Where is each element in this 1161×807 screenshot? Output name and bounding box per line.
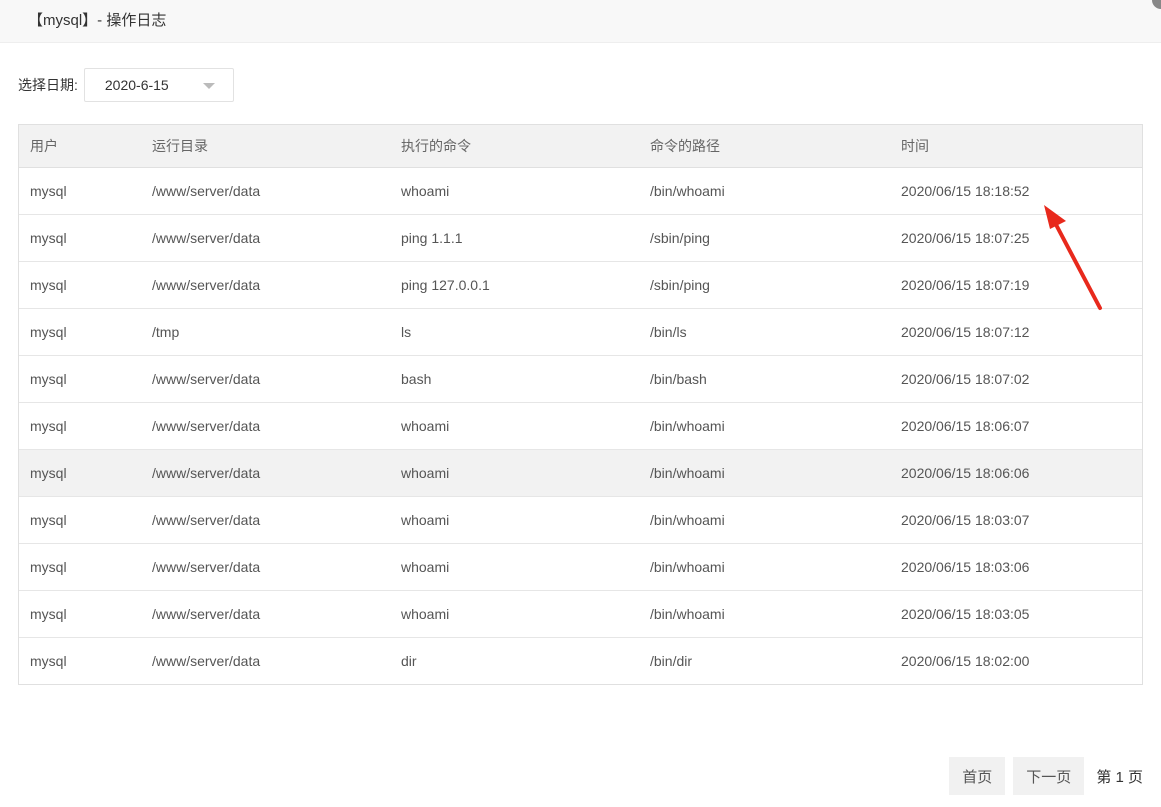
column-header-directory: 运行目录: [141, 125, 390, 168]
cell-command: bash: [390, 355, 639, 403]
cell-user: mysql: [19, 308, 141, 356]
date-filter: 选择日期: 2020-6-15: [18, 68, 234, 102]
table-row[interactable]: mysql/www/server/data ping 127.0.0.1/sbin…: [19, 261, 1142, 309]
cell-directory: /www/server/data: [141, 496, 390, 544]
cell-command-path: /sbin/ping: [639, 261, 890, 309]
cell-command-path: /bin/whoami: [639, 543, 890, 591]
cell-user: mysql: [19, 402, 141, 450]
close-icon[interactable]: [1152, 0, 1161, 9]
cell-time: 2020/06/15 18:03:05: [890, 590, 1142, 638]
title-bar: 【mysql】- 操作日志: [0, 0, 1161, 43]
cell-directory: /www/server/data: [141, 261, 390, 309]
cell-time: 2020/06/15 18:03:07: [890, 496, 1142, 544]
cell-user: mysql: [19, 214, 141, 262]
annotation-arrow-shaft: [1050, 215, 1102, 310]
cell-user: mysql: [19, 355, 141, 403]
cell-directory: /tmp: [141, 308, 390, 356]
cell-time: 2020/06/15 18:06:07: [890, 402, 1142, 450]
chevron-down-icon: [202, 83, 215, 89]
cell-command: whoami: [390, 496, 639, 544]
table-row[interactable]: mysql/www/server/data whoami/bin/whoami 20…: [19, 590, 1142, 638]
window-title: 【mysql】- 操作日志: [28, 12, 167, 29]
cell-command-path: /bin/dir: [650, 652, 693, 669]
cell-directory: /www/server/data: [141, 449, 390, 497]
table-row[interactable]: mysql/www/server/data whoami/bin/whoami 20…: [19, 543, 1142, 591]
cell-directory: /www/server/data: [141, 167, 390, 215]
column-header-command: 执行的命令: [390, 125, 639, 168]
cell-command-path: /sbin/ping: [639, 214, 890, 262]
cell-directory: /www/server/data: [141, 214, 390, 262]
cell-command: ls: [390, 308, 639, 356]
cell-command-path: /bin/whoami: [639, 167, 890, 215]
cell-command-path: /bin/whoami: [639, 402, 890, 450]
next-page-button[interactable]: 下一页: [1013, 757, 1085, 795]
annotation-arrow-head: [1044, 205, 1066, 229]
cell-command: whoami: [390, 590, 639, 638]
cell-directory: /www/server/data: [152, 652, 261, 669]
table-row[interactable]: mysql/www/server/data bash/bin/bash 2020/0…: [19, 355, 1142, 403]
cell-directory: /www/server/data: [141, 355, 390, 403]
cell-command: whoami: [390, 167, 639, 215]
table-row[interactable]: mysql/www/server/data dir/bin/dir 2020/06/…: [19, 637, 1142, 684]
cell-directory: /www/server/data: [141, 402, 390, 450]
cell-time: 2020/06/15 18:03:06: [890, 543, 1142, 591]
cell-directory: /www/server/data: [141, 590, 390, 638]
date-filter-label: 选择日期:: [18, 77, 78, 93]
table-row[interactable]: mysql/www/server/data whoami/bin/whoami 20…: [19, 496, 1142, 544]
first-page-button[interactable]: 首页: [949, 757, 1006, 795]
cell-user: mysql: [19, 261, 141, 309]
cell-command-path: /bin/whoami: [639, 449, 890, 497]
cell-command-path: /bin/ls: [639, 308, 890, 356]
cell-command-path: /bin/whoami: [639, 590, 890, 638]
date-select[interactable]: 2020-6-15: [83, 68, 234, 102]
cell-user: mysql: [19, 543, 141, 591]
table-row[interactable]: mysql/www/server/data ping 1.1.1/sbin/pin…: [19, 214, 1142, 262]
red-arrow-icon: [1044, 205, 1102, 310]
cell-user: mysql: [19, 496, 141, 544]
cell-user: mysql: [19, 590, 141, 638]
table-header-row: 用户 运行目录 执行的命令 命令的路径 时间: [19, 125, 1142, 168]
cell-command: dir: [401, 652, 417, 669]
current-page-label: 第 1 页: [1096, 768, 1143, 786]
cell-time: 2020/06/15 18:07:02: [890, 355, 1142, 403]
cell-command: ping 127.0.0.1: [390, 261, 639, 309]
cell-user: mysql: [30, 652, 67, 669]
cell-user: mysql: [19, 449, 141, 497]
cell-command: whoami: [390, 543, 639, 591]
column-header-time: 时间: [890, 125, 1142, 168]
cell-command: ping 1.1.1: [390, 214, 639, 262]
operation-log-table: 用户 运行目录 执行的命令 命令的路径 时间 mysql/www/server/…: [18, 124, 1143, 685]
table-row[interactable]: mysql/www/server/data whoami/bin/whoami 20…: [19, 167, 1142, 215]
column-header-command-path: 命令的路径: [639, 125, 890, 168]
cell-command-path: /bin/whoami: [639, 496, 890, 544]
cell-command: whoami: [390, 402, 639, 450]
cell-user: mysql: [19, 167, 141, 215]
table-row[interactable]: mysql/www/server/data whoami/bin/whoami 20…: [19, 402, 1142, 450]
cell-command: whoami: [390, 449, 639, 497]
cell-time: 2020/06/15 18:02:00: [901, 652, 1030, 669]
table-row[interactable]: mysql/tmp ls/bin/ls 2020/06/15 18:07:12: [19, 308, 1142, 356]
date-select-value: 2020-6-15: [104, 77, 169, 93]
cell-directory: /www/server/data: [141, 543, 390, 591]
cell-time: 2020/06/15 18:06:06: [890, 449, 1142, 497]
table-row[interactable]: mysql/www/server/data whoami/bin/whoami 20…: [19, 449, 1142, 497]
cell-command-path: /bin/bash: [639, 355, 890, 403]
column-header-user: 用户: [19, 125, 141, 168]
pagination: 首页 下一页 第 1 页: [949, 757, 1143, 795]
